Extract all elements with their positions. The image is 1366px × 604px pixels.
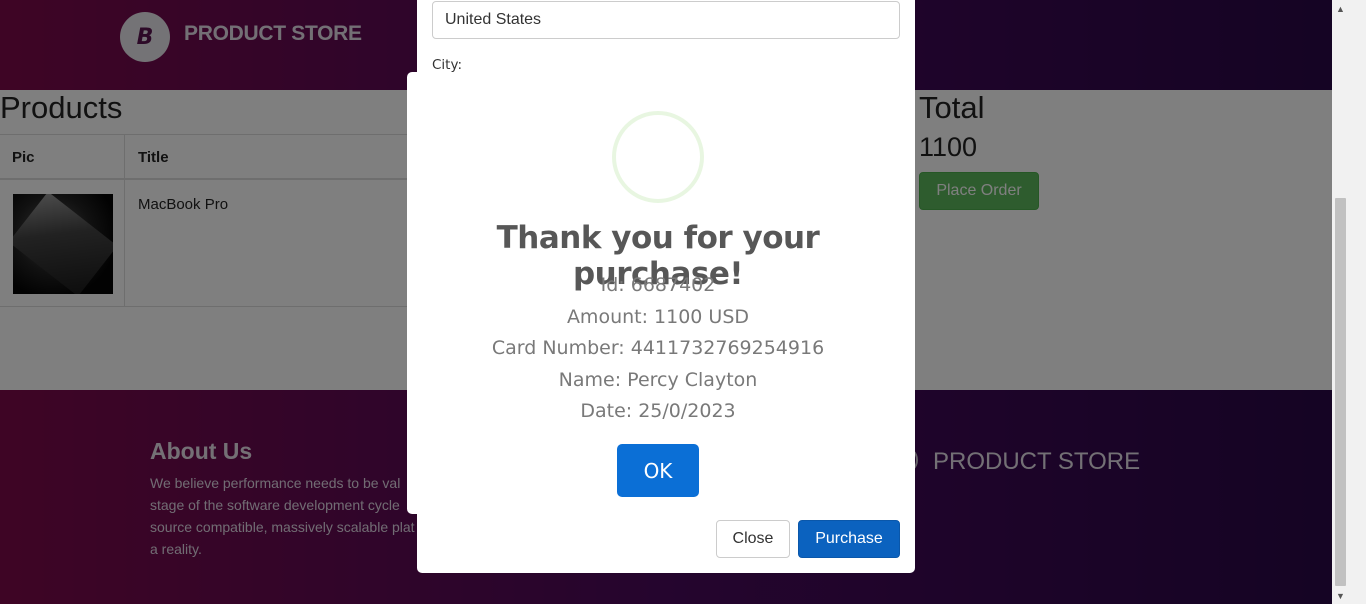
customer-name: Name: Percy Clayton: [558, 368, 758, 391]
country-input[interactable]: [432, 1, 900, 39]
purchase-confirmation-dialog: Thank you for your purchase! Id: 6687402…: [407, 72, 909, 514]
card-number: Card Number: 4411732769254916: [491, 337, 825, 359]
spinner-icon: [612, 111, 704, 203]
chevron-down-icon[interactable]: ▼: [1332, 587, 1349, 604]
chevron-up-icon[interactable]: ▲: [1332, 0, 1349, 17]
purchase-details: Id: 6687402 Amount: 1100 USD Card Number…: [407, 270, 909, 428]
city-label: City:: [432, 57, 463, 73]
order-date: Date: 25/0/2023: [580, 400, 736, 422]
ok-button[interactable]: OK: [617, 444, 699, 497]
order-id: Id: 6687402: [600, 274, 716, 296]
close-button[interactable]: Close: [716, 520, 790, 558]
scrollbar-thumb[interactable]: [1335, 198, 1346, 586]
order-amount: Amount: 1100 USD: [566, 305, 750, 328]
purchase-button[interactable]: Purchase: [798, 520, 900, 558]
